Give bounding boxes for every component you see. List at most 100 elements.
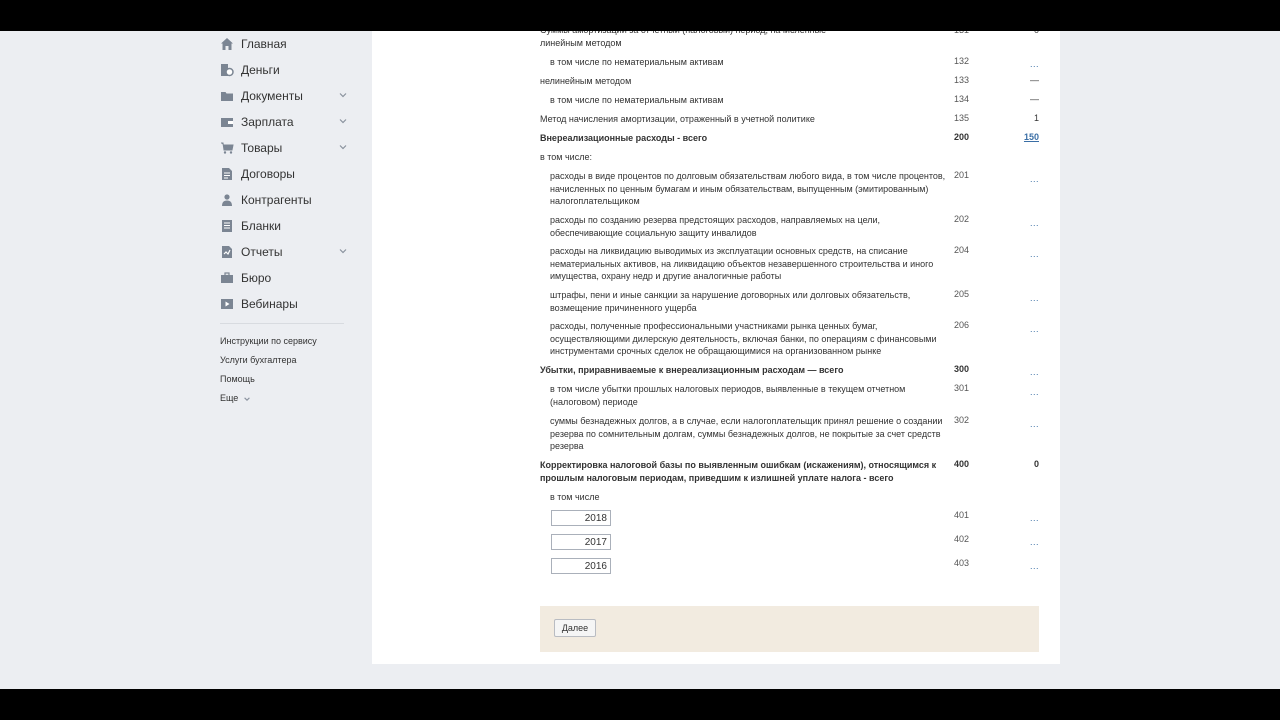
form-row-value-input[interactable]: ...: [999, 249, 1039, 259]
sidebar-item-salary[interactable]: Зарплата: [220, 111, 352, 133]
app-viewport: Главная Деньги Документы Зарплата Товары…: [0, 31, 1280, 689]
webinar-icon: [220, 297, 234, 311]
sidebar-item-label: Вебинары: [241, 297, 298, 311]
sidebar-item-label: Товары: [241, 141, 283, 155]
sidebar-item-home[interactable]: Главная: [220, 33, 352, 55]
next-button[interactable]: Далее: [554, 619, 596, 637]
form-row-code: 202: [954, 214, 970, 224]
sidebar-item-webinars[interactable]: Вебинары: [220, 293, 352, 315]
form-row-code: 134: [954, 94, 970, 104]
sidebar-item-label: Договоры: [241, 167, 295, 181]
sidebar-item-bureau[interactable]: Бюро: [220, 267, 352, 289]
form-row-code: 401: [954, 510, 970, 520]
folder-icon: [220, 89, 234, 103]
year-input-2016[interactable]: [551, 558, 611, 574]
form-row-text: Метод начисления амортизации, отраженный…: [540, 114, 815, 124]
form-row-text: в том числе: [550, 492, 600, 502]
link-service-instructions[interactable]: Инструкции по сервису: [220, 336, 317, 346]
form-row-text: штрафы, пени и иные санкции за нарушение…: [550, 290, 911, 313]
form-row-code: 302: [954, 415, 970, 425]
form-row-code: 133: [954, 75, 970, 85]
chevron-down-icon: [339, 119, 347, 124]
form-row-code: 200: [954, 132, 970, 142]
form-row-text: суммы безнадежных долгов, а в случае, ес…: [550, 416, 943, 451]
form-row-code: 402: [954, 534, 970, 544]
year-input-2017[interactable]: [551, 534, 611, 550]
sidebar-item-forms[interactable]: Бланки: [220, 215, 352, 237]
form-row-text: нелинейным методом: [540, 76, 632, 86]
form-row-code: 403: [954, 558, 970, 568]
sidebar-item-contractors[interactable]: Контрагенты: [220, 189, 352, 211]
contract-icon: [220, 167, 234, 181]
chevron-down-icon: [244, 397, 251, 401]
form-row-value-input[interactable]: ...: [999, 324, 1039, 334]
wallet-icon: [220, 115, 234, 129]
sidebar-item-reports[interactable]: Отчеты: [220, 241, 352, 263]
form-row-value-input[interactable]: ...: [999, 367, 1039, 377]
form-row-code: 204: [954, 245, 970, 255]
declaration-form-panel: Суммы амортизации за отчетный (налоговый…: [372, 31, 1060, 664]
form-row-text: Внереализационные расходы - всего: [540, 133, 708, 143]
form-row-value-input[interactable]: ...: [999, 218, 1039, 228]
cart-icon: [220, 141, 234, 155]
form-row-value-input[interactable]: ...: [999, 419, 1039, 429]
link-help[interactable]: Помощь: [220, 374, 255, 384]
report-icon: [220, 245, 234, 259]
form-row-text: в том числе:: [540, 152, 592, 162]
sidebar-item-label: Отчеты: [241, 245, 283, 259]
sidebar-divider: [220, 323, 344, 324]
form-row-text: в том числе убытки прошлых налоговых пер…: [550, 384, 906, 407]
form-row-value-input[interactable]: ...: [999, 561, 1039, 571]
form-row-code: 300: [954, 364, 970, 374]
form-row-value-input[interactable]: ...: [999, 387, 1039, 397]
sidebar-item-label: Бюро: [241, 271, 272, 285]
sidebar-item-documents[interactable]: Документы: [220, 85, 352, 107]
form-row-text: расходы, полученные профессиональными уч…: [550, 321, 937, 356]
sidebar-item-label: Главная: [241, 37, 287, 51]
form-footer: Далее: [540, 606, 1039, 652]
year-input-2018[interactable]: [551, 510, 611, 526]
form-row-value-input[interactable]: ...: [999, 537, 1039, 547]
form-row-code: 132: [954, 56, 970, 66]
sidebar-item-label: Зарплата: [241, 115, 294, 129]
sidebar-item-goods[interactable]: Товары: [220, 137, 352, 159]
form-row-text: Корректировка налоговой базы по выявленн…: [540, 460, 937, 483]
form-row-text: Суммы амортизации за отчетный (налоговый…: [540, 31, 826, 48]
sidebar-item-contracts[interactable]: Договоры: [220, 163, 352, 185]
form-row-text: в том числе по нематериальным активам: [550, 57, 724, 67]
form-row-value: —: [1030, 94, 1039, 104]
form-row-value-link[interactable]: 150: [999, 132, 1039, 142]
sidebar-item-label: Контрагенты: [241, 193, 312, 207]
sidebar-item-money[interactable]: Деньги: [220, 59, 352, 81]
form-row-text: в том числе по нематериальным активам: [550, 95, 724, 105]
sidebar-item-label: Деньги: [241, 63, 280, 77]
form-row-code: 201: [954, 170, 970, 180]
sidebar-item-label: Документы: [241, 89, 303, 103]
link-more-label: Еще: [220, 393, 239, 403]
form-row-code: 135: [954, 113, 970, 123]
form-row-value-input[interactable]: ...: [999, 513, 1039, 523]
money-icon: [220, 63, 234, 77]
link-more[interactable]: Еще: [220, 393, 251, 403]
form-row-value-input[interactable]: ...: [999, 174, 1039, 184]
form-row-text: расходы на ликвидацию выводимых из экспл…: [550, 246, 934, 281]
home-icon: [220, 37, 234, 51]
form-row-value: 0: [999, 31, 1039, 35]
chevron-down-icon: [339, 249, 347, 254]
form-row-code: 400: [954, 459, 970, 469]
form-row-value: 1: [1033, 113, 1039, 123]
sidebar-item-label: Бланки: [241, 219, 281, 233]
form-row-value: —: [1030, 75, 1039, 85]
people-icon: [220, 193, 234, 207]
form-row-value-input[interactable]: ...: [999, 59, 1039, 69]
chevron-down-icon: [339, 145, 347, 150]
form-row-value-input[interactable]: ...: [999, 293, 1039, 303]
link-accountant-services[interactable]: Услуги бухгалтера: [220, 355, 297, 365]
form-row-code: 205: [954, 289, 970, 299]
form-row-text: расходы в виде процентов по долговым обя…: [550, 171, 946, 206]
form-row-text: Убытки, приравниваемые к внереализационн…: [540, 365, 844, 375]
forms-icon: [220, 219, 234, 233]
chevron-down-icon: [339, 93, 347, 98]
form-row-text: расходы по созданию резерва предстоящих …: [550, 215, 881, 238]
briefcase-icon: [220, 271, 234, 285]
